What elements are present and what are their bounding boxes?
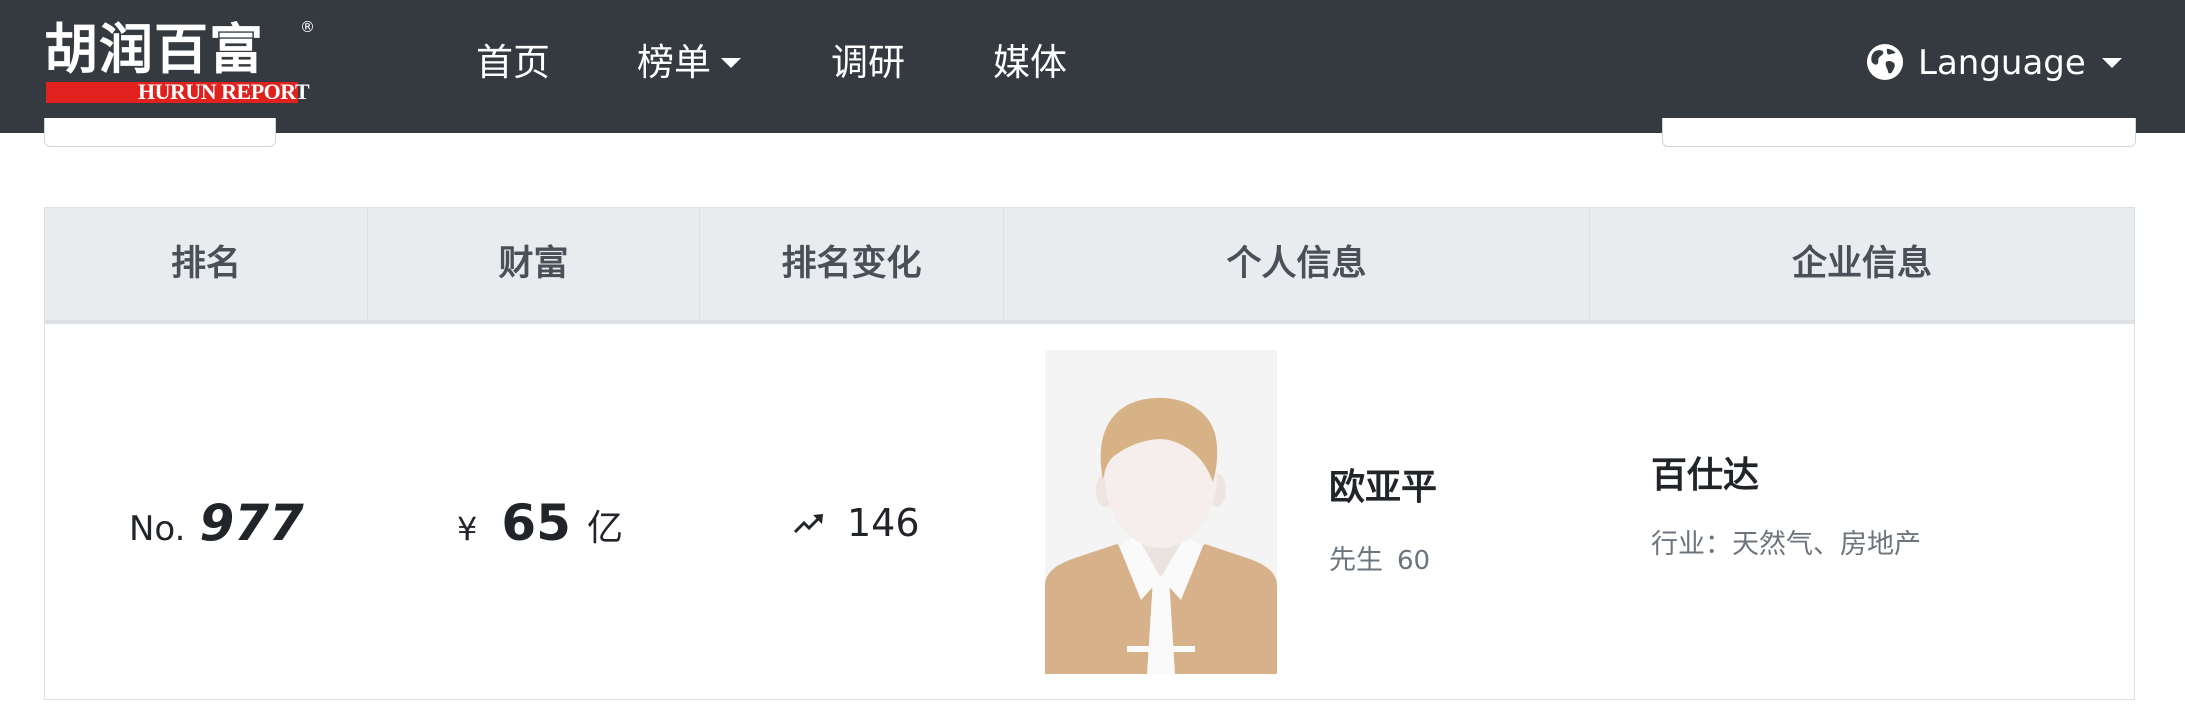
rank-change-value: 146 xyxy=(847,501,920,545)
nav-item-research[interactable]: 调研 xyxy=(831,38,905,88)
wealth-unit: 亿 xyxy=(586,508,623,549)
table-header: 排名 财富 排名变化 个人信息 企业信息 xyxy=(45,208,2134,324)
nav-item-label: 媒体 xyxy=(993,41,1067,84)
chevron-down-icon xyxy=(721,57,741,68)
person-name[interactable]: 欧亚平 xyxy=(1329,458,1437,510)
column-header-personal-info: 个人信息 xyxy=(1004,208,1590,320)
chevron-down-icon xyxy=(2101,57,2122,68)
language-dropdown[interactable]: Language xyxy=(1866,38,2122,88)
person-placeholder-icon xyxy=(1045,350,1277,674)
wealth-value: 65 xyxy=(501,494,571,552)
avatar[interactable] xyxy=(1045,350,1277,674)
rank-cell: No. 977 xyxy=(129,494,304,552)
rich-list-table: 排名 财富 排名变化 个人信息 企业信息 No. 977 ¥65 亿 146 欧… xyxy=(44,207,2135,700)
column-header-rank[interactable]: 排名 xyxy=(45,208,368,320)
rank-number: 977 xyxy=(199,494,304,552)
person-title: 先生 xyxy=(1329,545,1383,576)
filter-select[interactable] xyxy=(44,118,276,147)
language-label: Language xyxy=(1918,43,2086,83)
hurun-logo[interactable]: 胡润百富 ® HURUN REPORT xyxy=(44,18,316,106)
column-header-wealth[interactable]: 财富 xyxy=(368,208,700,320)
table-row[interactable]: No. 977 ¥65 亿 146 欧亚平 先生 60 百仕达 行业：天然气、房… xyxy=(45,324,2134,699)
rank-change-cell: 146 xyxy=(793,498,920,548)
nav-item-rankings[interactable]: 榜单 xyxy=(637,38,741,88)
industry-text: 行业：天然气、房地产 xyxy=(1651,529,1921,560)
wealth-cell: ¥65 亿 xyxy=(457,494,623,552)
nav-item-home[interactable]: 首页 xyxy=(476,38,550,88)
rank-prefix: No. xyxy=(129,509,186,549)
registered-mark: ® xyxy=(300,18,315,36)
person-age: 60 xyxy=(1397,546,1431,576)
currency-symbol: ¥ xyxy=(457,510,478,548)
logo-english-text: HURUN REPORT xyxy=(138,79,310,104)
nav-item-media[interactable]: 媒体 xyxy=(993,38,1067,88)
person-meta: 先生 60 xyxy=(1329,538,1430,577)
nav-item-label: 榜单 xyxy=(637,41,711,84)
nav-item-label: 首页 xyxy=(476,41,550,84)
column-header-company-info: 企业信息 xyxy=(1791,244,1932,284)
trending-up-icon xyxy=(793,513,823,533)
company-name[interactable]: 百仕达 xyxy=(1651,446,1759,498)
nav-item-label: 调研 xyxy=(831,41,905,84)
top-navbar: 胡润百富 ® HURUN REPORT 首页 榜单 调研 媒体 Language xyxy=(0,0,2185,133)
globe-icon xyxy=(1866,43,1904,80)
search-input[interactable] xyxy=(1662,118,2136,147)
column-header-rank-change[interactable]: 排名变化 xyxy=(700,208,1004,320)
logo-chinese-text: 胡润百富 xyxy=(44,18,264,81)
